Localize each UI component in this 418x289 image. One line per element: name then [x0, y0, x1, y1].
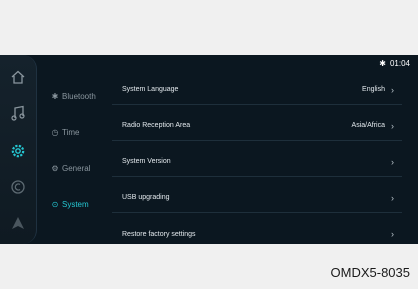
chevron-right-icon: › — [391, 229, 394, 239]
bluetooth-icon: ✱ — [51, 91, 59, 101]
music-icon[interactable] — [4, 99, 32, 127]
setting-row-system-language[interactable]: System Language English › — [112, 75, 402, 105]
setting-label: USB upgrading — [122, 194, 170, 201]
setting-label: System Language — [122, 86, 179, 93]
bluetooth-status-icon: ✱ — [379, 59, 386, 68]
figure-caption: OMDX5-8035 — [330, 265, 410, 280]
setting-row-restore-factory-settings[interactable]: Restore factory settings › — [112, 219, 402, 244]
setting-value: English — [362, 86, 385, 93]
system-icon: ⊙ — [51, 199, 59, 209]
chevron-right-icon: › — [391, 120, 394, 131]
chevron-right-icon: › — [391, 84, 394, 95]
navigation-icon[interactable] — [4, 209, 32, 237]
menu-item-label: Bluetooth — [62, 91, 96, 101]
setting-value: Asia/Africa — [351, 122, 385, 129]
settings-icon[interactable] — [4, 137, 32, 165]
menu-item-general[interactable]: ⚙ General — [50, 159, 90, 177]
gear-icon: ⚙ — [51, 163, 59, 173]
setting-row-system-version[interactable]: System Version › — [112, 147, 402, 177]
setting-label: Restore factory settings — [122, 230, 196, 238]
menu-item-bluetooth[interactable]: ✱ Bluetooth — [50, 87, 96, 105]
clock-time: 01:04 — [389, 59, 410, 68]
setting-label: Radio Reception Area — [122, 122, 191, 129]
menu-item-system[interactable]: ⊙ System — [50, 195, 89, 213]
setting-row-usb-upgrading[interactable]: USB upgrading › — [112, 183, 402, 213]
setting-label: System Version — [122, 158, 171, 165]
menu-item-label: General — [62, 163, 91, 173]
settings-category-menu: ✱ Bluetooth ◷ Time ⚙ General ⊙ System — [36, 55, 110, 244]
app-icon[interactable] — [4, 173, 32, 201]
app-icon-bar — [0, 55, 37, 244]
chevron-right-icon: › — [391, 192, 394, 203]
setting-row-radio-reception-area[interactable]: Radio Reception Area Asia/Africa › — [112, 111, 402, 141]
home-icon[interactable] — [4, 63, 32, 91]
head-unit-screen: ✱ Bluetooth ◷ Time ⚙ General ⊙ System ✱ … — [0, 55, 418, 244]
status-bar: ✱ 01:04 — [379, 59, 410, 68]
menu-item-label: System — [62, 199, 89, 209]
chevron-right-icon: › — [391, 156, 394, 167]
menu-item-time[interactable]: ◷ Time — [50, 123, 80, 141]
clock-icon: ◷ — [51, 127, 59, 137]
menu-item-label: Time — [62, 127, 80, 137]
